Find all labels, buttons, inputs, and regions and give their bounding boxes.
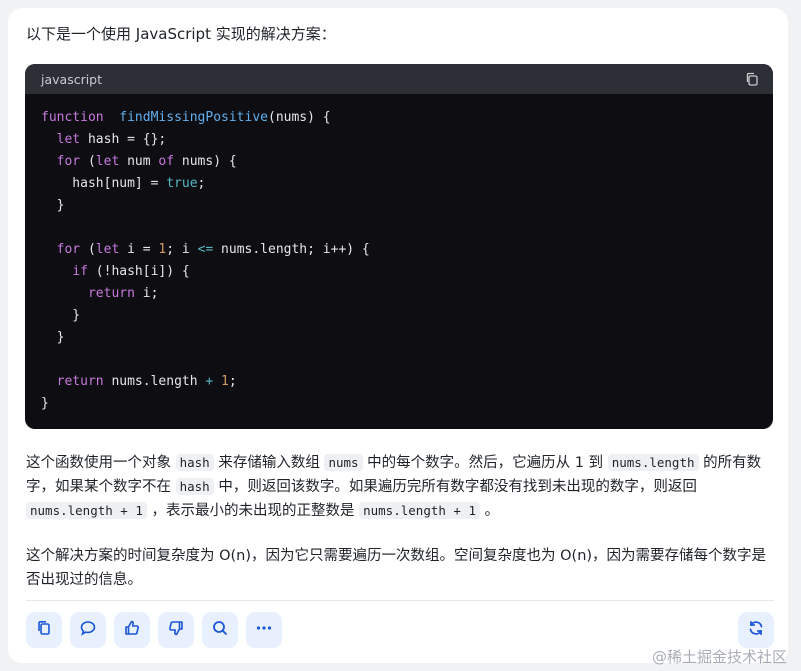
code-line: if (!hash[i]) { [72, 264, 190, 279]
code-header: javascript [25, 64, 773, 94]
inline-code: nums [324, 454, 363, 471]
copy-code-icon[interactable] [745, 72, 759, 86]
copy-button[interactable] [26, 612, 62, 648]
code-line: } [41, 308, 81, 323]
more-button[interactable] [246, 612, 282, 648]
comment-icon [79, 619, 97, 641]
refresh-icon [747, 619, 765, 641]
inline-code: nums.length [607, 454, 699, 471]
thumbs-down-icon [167, 619, 185, 641]
code-line: } [41, 396, 49, 411]
inline-code: hash [175, 454, 214, 471]
inline-code: nums.length + 1 [26, 502, 147, 519]
copy-icon [35, 619, 53, 641]
thumbs-up-icon [123, 619, 141, 641]
code-line: let hash = {}; [56, 132, 167, 147]
code-line: } [41, 330, 65, 345]
watermark: @稀土掘金技术社区 [651, 648, 787, 666]
search-button[interactable] [202, 612, 238, 648]
code-language-label: javascript [41, 71, 103, 87]
code-line: function findMissingPositive(nums) { [41, 110, 331, 125]
code-line: } [41, 198, 65, 213]
message-card: 以下是一个使用 JavaScript 实现的解决方案： javascript f… [8, 8, 788, 663]
code-content: function findMissingPositive(nums) { let… [25, 94, 773, 415]
code-line: for (let i = 1; i <= nums.length; i++) { [56, 242, 370, 257]
complexity-paragraph: 这个解决方案的时间复杂度为 O(n)，因为它只需要遍历一次数组。空间复杂度也为 … [26, 548, 767, 588]
comment-button[interactable] [70, 612, 106, 648]
inline-code: hash [175, 478, 214, 495]
thumbs-up-button[interactable] [114, 612, 150, 648]
explanation-paragraph: 这个函数使用一个对象 hash 来存储输入数组 nums 中的每个数字。然后，它… [26, 454, 762, 519]
code-line: return i; [87, 286, 159, 301]
search-icon [211, 619, 229, 641]
inline-code: nums.length + 1 [359, 502, 480, 519]
code-line: for (let num of nums) { [56, 154, 237, 169]
code-block: javascript function findMissingPositive(… [25, 64, 773, 429]
regenerate-button[interactable] [738, 612, 774, 648]
more-icon [255, 619, 273, 641]
code-line: return nums.length + 1; [56, 374, 237, 389]
action-bar [26, 612, 282, 648]
thumbs-down-button[interactable] [158, 612, 194, 648]
code-line: hash[num] = true; [41, 176, 206, 191]
intro-text: 以下是一个使用 JavaScript 实现的解决方案： [26, 25, 336, 43]
divider [26, 600, 774, 601]
